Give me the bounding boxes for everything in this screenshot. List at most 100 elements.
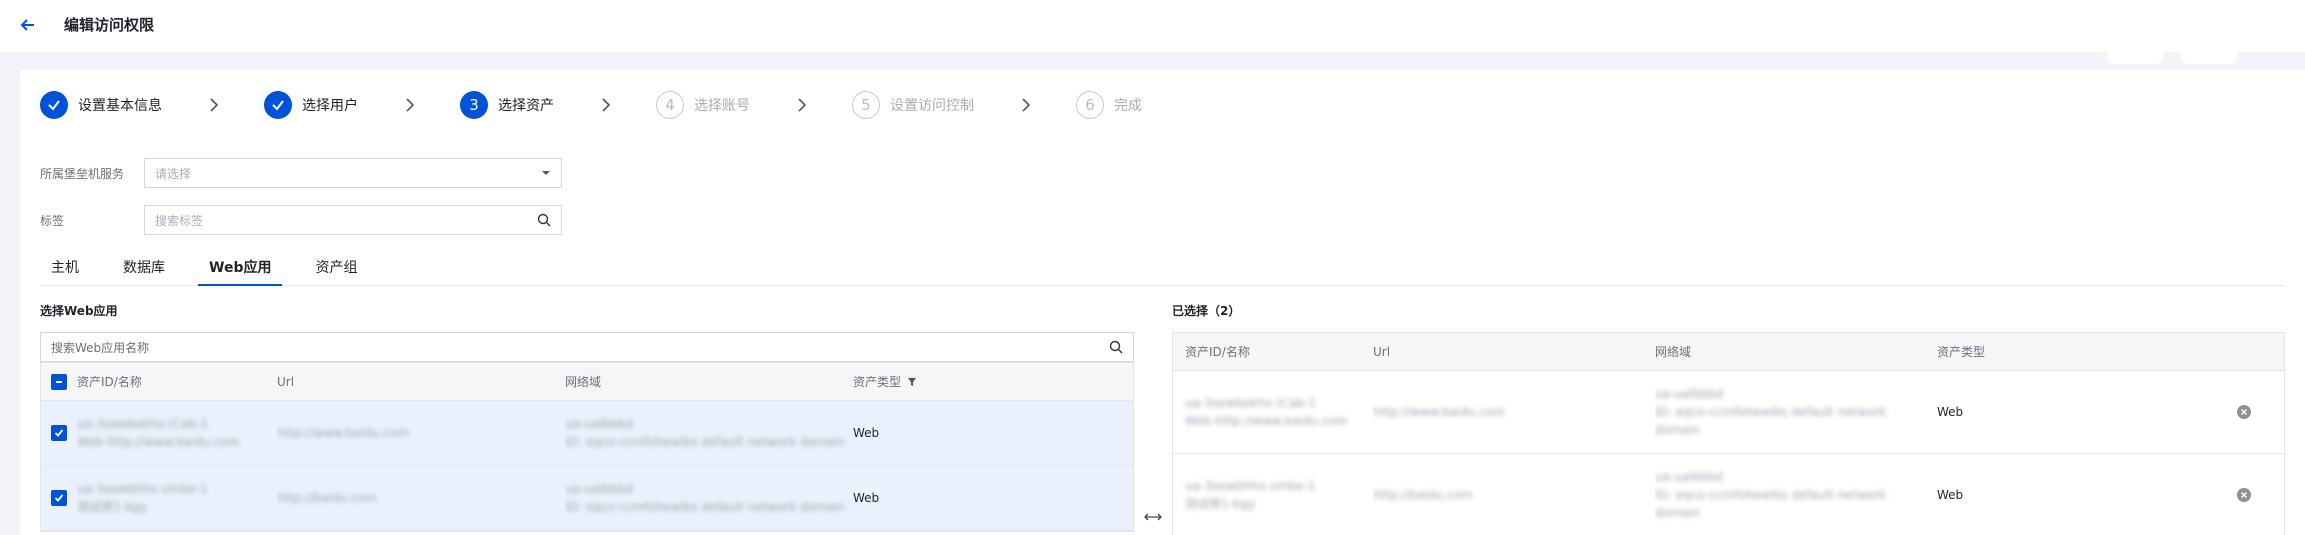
col-header-name: 资产ID/名称 bbox=[1185, 345, 1250, 359]
step-number: 6 bbox=[1076, 91, 1104, 119]
step-select-user: 选择用户 bbox=[264, 91, 358, 119]
web-app-search-input[interactable]: 搜索Web应用名称 bbox=[40, 332, 1134, 362]
col-header-url: Url bbox=[277, 374, 295, 389]
col-header-type: 资产类型 bbox=[853, 375, 902, 389]
tag-label: 标签 bbox=[40, 213, 65, 228]
col-header-type: 资产类型 bbox=[1937, 345, 1986, 359]
tag-search-input[interactable]: 搜索标签 bbox=[144, 205, 562, 235]
step-finish: 6 完成 bbox=[1076, 91, 1142, 119]
table-row: ua-3sewbekho (Cab-1 Web-http://www.baidu… bbox=[1173, 371, 2284, 454]
tab-host[interactable]: 主机 bbox=[40, 256, 90, 286]
tag-row: 标签 搜索标签 bbox=[40, 205, 562, 235]
asset-type: Web bbox=[853, 491, 880, 505]
asset-name: Web-http://www.baidu.com bbox=[77, 435, 240, 449]
step-label: 选择用户 bbox=[302, 98, 358, 114]
tab-database[interactable]: 数据库 bbox=[112, 256, 176, 286]
col-header-domain: 网络域 bbox=[565, 375, 602, 389]
step-number: 3 bbox=[460, 91, 488, 119]
check-icon bbox=[264, 91, 292, 119]
domain-name: ID: eqco-ccmfohewibs default network dom… bbox=[565, 435, 845, 449]
arrow-left-icon[interactable] bbox=[18, 15, 38, 35]
check-icon bbox=[54, 494, 64, 502]
chevron-right-icon bbox=[784, 98, 820, 112]
asset-name: 测试用1-bgy bbox=[1185, 497, 1256, 511]
asset-type: Web bbox=[1937, 405, 1964, 419]
selected-assets-table: 资产ID/名称 Url 网络域 资产类型 ua-3sewbekho (Cab-1… bbox=[1172, 332, 2285, 535]
asset-id: ua-3sewbhho umbe-1 bbox=[77, 482, 208, 496]
step-label: 设置访问控制 bbox=[890, 98, 974, 114]
table-row: ua-3sewbhho umbe-1 测试用1-bgy http://baidu… bbox=[1173, 454, 2284, 535]
chevron-right-icon bbox=[588, 98, 624, 112]
filter-icon[interactable] bbox=[907, 377, 917, 387]
step-number: 4 bbox=[656, 91, 684, 119]
domain-id: ua-ualbbbd bbox=[1655, 470, 1724, 484]
service-row: 所属堡垒机服务 请选择 bbox=[40, 158, 562, 188]
tab-asset-group[interactable]: 资产组 bbox=[304, 256, 368, 286]
asset-id: ua-3sewbekho (Cab-1 bbox=[77, 417, 209, 431]
domain-name-cont: domain bbox=[1655, 423, 1700, 437]
decorative-tabs bbox=[2107, 50, 2237, 64]
search-placeholder: 搜索Web应用名称 bbox=[51, 340, 150, 355]
step-label: 设置基本信息 bbox=[78, 98, 162, 114]
domain-id: ua-ualbbbd bbox=[1655, 387, 1724, 401]
main-card: 设置基本信息 选择用户 3 选择资产 4 选择账号 5 设置访问控制 6 完成 bbox=[20, 70, 2305, 535]
select-all-checkbox[interactable] bbox=[51, 373, 67, 390]
asset-url: http://baidu.com bbox=[277, 491, 377, 505]
check-icon bbox=[54, 429, 64, 437]
swap-horizontal-icon bbox=[1144, 513, 1162, 521]
service-label: 所属堡垒机服务 bbox=[40, 166, 125, 181]
tab-web-app[interactable]: Web应用 bbox=[198, 256, 283, 286]
domain-name: ID: eqco-ccmfohewibs default network bbox=[1655, 405, 1887, 419]
tag-placeholder: 搜索标签 bbox=[155, 213, 204, 228]
col-header-url: Url bbox=[1373, 344, 1391, 359]
caret-down-icon bbox=[542, 171, 550, 175]
step-basic-info: 设置基本信息 bbox=[40, 91, 162, 119]
domain-name: ID: eqco-ccmfohewibs default network dom… bbox=[565, 500, 845, 514]
asset-url: http://www.baidu.com bbox=[1373, 405, 1505, 419]
left-section-title: 选择Web应用 bbox=[40, 304, 118, 318]
page-title: 编辑访问权限 bbox=[64, 16, 155, 34]
selected-section-title: 已选择（2） bbox=[1172, 304, 1241, 318]
domain-id: ua-ualbbbd bbox=[565, 482, 634, 496]
service-placeholder: 请选择 bbox=[155, 166, 192, 181]
step-label: 选择资产 bbox=[498, 98, 554, 114]
table-row[interactable]: ua-3sewbhho umbe-1 测试用1-bgy http://baidu… bbox=[41, 466, 1133, 531]
asset-id: ua-3sewbekho (Cab-1 bbox=[1185, 396, 1317, 410]
step-label: 完成 bbox=[1114, 98, 1142, 114]
asset-url: http://www.baidu.com bbox=[277, 426, 409, 440]
asset-name: Web-http://www.baidu.com bbox=[1185, 414, 1348, 428]
remove-icon[interactable] bbox=[2237, 405, 2251, 419]
step-select-account: 4 选择账号 bbox=[656, 91, 750, 119]
search-icon[interactable] bbox=[1109, 340, 1123, 354]
chevron-right-icon bbox=[196, 98, 232, 112]
table-header: 资产ID/名称 Url 网络域 资产类型 bbox=[41, 363, 1133, 401]
asset-type: Web bbox=[1937, 488, 1964, 502]
top-bar: 编辑访问权限 bbox=[0, 0, 2305, 52]
asset-name: 测试用1-bgy bbox=[77, 500, 148, 514]
asset-tabs: 主机 数据库 Web应用 资产组 bbox=[40, 256, 2285, 286]
chevron-right-icon bbox=[392, 98, 428, 112]
stepper: 设置基本信息 选择用户 3 选择资产 4 选择账号 5 设置访问控制 6 完成 bbox=[40, 90, 1142, 120]
step-number: 5 bbox=[852, 91, 880, 119]
asset-id: ua-3sewbhho umbe-1 bbox=[1185, 479, 1316, 493]
remove-icon[interactable] bbox=[2237, 488, 2251, 502]
available-assets-table: 资产ID/名称 Url 网络域 资产类型 ua-3sewbekho (Cab-1… bbox=[40, 362, 1134, 532]
domain-name-cont: domain bbox=[1655, 506, 1700, 520]
step-select-asset: 3 选择资产 bbox=[460, 91, 554, 119]
step-label: 选择账号 bbox=[694, 98, 750, 114]
minus-icon bbox=[56, 380, 62, 383]
col-header-name: 资产ID/名称 bbox=[77, 375, 142, 389]
asset-type: Web bbox=[853, 426, 880, 440]
service-select[interactable]: 请选择 bbox=[144, 158, 562, 188]
search-icon[interactable] bbox=[537, 213, 551, 227]
domain-name: ID: eqco-ccmfohewibs default network bbox=[1655, 488, 1887, 502]
table-header: 资产ID/名称 Url 网络域 资产类型 bbox=[1173, 333, 2284, 371]
asset-url: http://baidu.com bbox=[1373, 488, 1473, 502]
table-row[interactable]: ua-3sewbekho (Cab-1 Web-http://www.baidu… bbox=[41, 401, 1133, 466]
col-header-domain: 网络域 bbox=[1655, 345, 1692, 359]
domain-id: ua-ualbbbd bbox=[565, 417, 634, 431]
chevron-right-icon bbox=[1008, 98, 1044, 112]
row-checkbox[interactable] bbox=[51, 490, 67, 506]
row-checkbox[interactable] bbox=[51, 425, 67, 441]
step-access-control: 5 设置访问控制 bbox=[852, 91, 974, 119]
